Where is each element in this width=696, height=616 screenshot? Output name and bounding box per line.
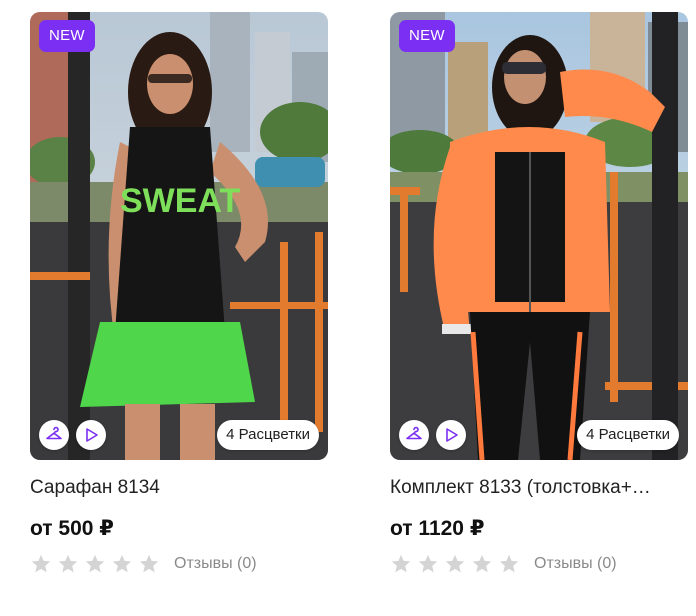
product-title[interactable]: Комплект 8133 (толстовка+… [390, 476, 688, 500]
star-icon[interactable] [30, 553, 52, 575]
star-icon[interactable] [498, 553, 520, 575]
star-icon[interactable] [57, 553, 79, 575]
star-icon[interactable] [390, 553, 412, 575]
product-image-container[interactable]: SWEAT NEW 4 Расцветки [30, 12, 328, 460]
colors-count-badge[interactable]: 4 Расцветки [577, 420, 679, 450]
star-icon[interactable] [471, 553, 493, 575]
rating-row: Отзывы (0) [30, 552, 328, 576]
svg-text:SWEAT: SWEAT [120, 182, 240, 220]
product-card[interactable]: NEW 4 Расцветки Комплект 8133 (толстовка… [390, 12, 688, 576]
product-price: от 500 ₽ [30, 517, 114, 540]
colors-count-badge[interactable]: 4 Расцветки [217, 420, 319, 450]
rating-row: Отзывы (0) [390, 552, 688, 576]
play-icon [86, 428, 98, 442]
product-title[interactable]: Сарафан 8134 [30, 476, 328, 500]
video-button[interactable] [436, 420, 466, 450]
product-photo[interactable]: SWEAT [30, 12, 328, 460]
new-badge: NEW [399, 20, 455, 52]
product-grid: SWEAT NEW 4 Расцветки Сарафан 8134 от 50… [0, 0, 696, 616]
star-icon[interactable] [111, 553, 133, 575]
hanger-button[interactable] [39, 420, 69, 450]
product-card[interactable]: SWEAT NEW 4 Расцветки Сарафан 8134 от 50… [30, 12, 328, 576]
product-photo[interactable] [390, 12, 688, 460]
new-badge: NEW [39, 20, 95, 52]
play-icon [446, 428, 458, 442]
reviews-link[interactable]: Отзывы (0) [534, 552, 617, 576]
star-icon[interactable] [138, 553, 160, 575]
hanger-icon [46, 426, 62, 440]
reviews-link[interactable]: Отзывы (0) [174, 552, 257, 576]
product-price: от 1120 ₽ [390, 517, 485, 540]
star-icon[interactable] [84, 553, 106, 575]
hanger-icon [406, 426, 422, 440]
hanger-button[interactable] [399, 420, 429, 450]
star-icon[interactable] [444, 553, 466, 575]
video-button[interactable] [76, 420, 106, 450]
product-image-container[interactable]: NEW 4 Расцветки [390, 12, 688, 460]
star-icon[interactable] [417, 553, 439, 575]
